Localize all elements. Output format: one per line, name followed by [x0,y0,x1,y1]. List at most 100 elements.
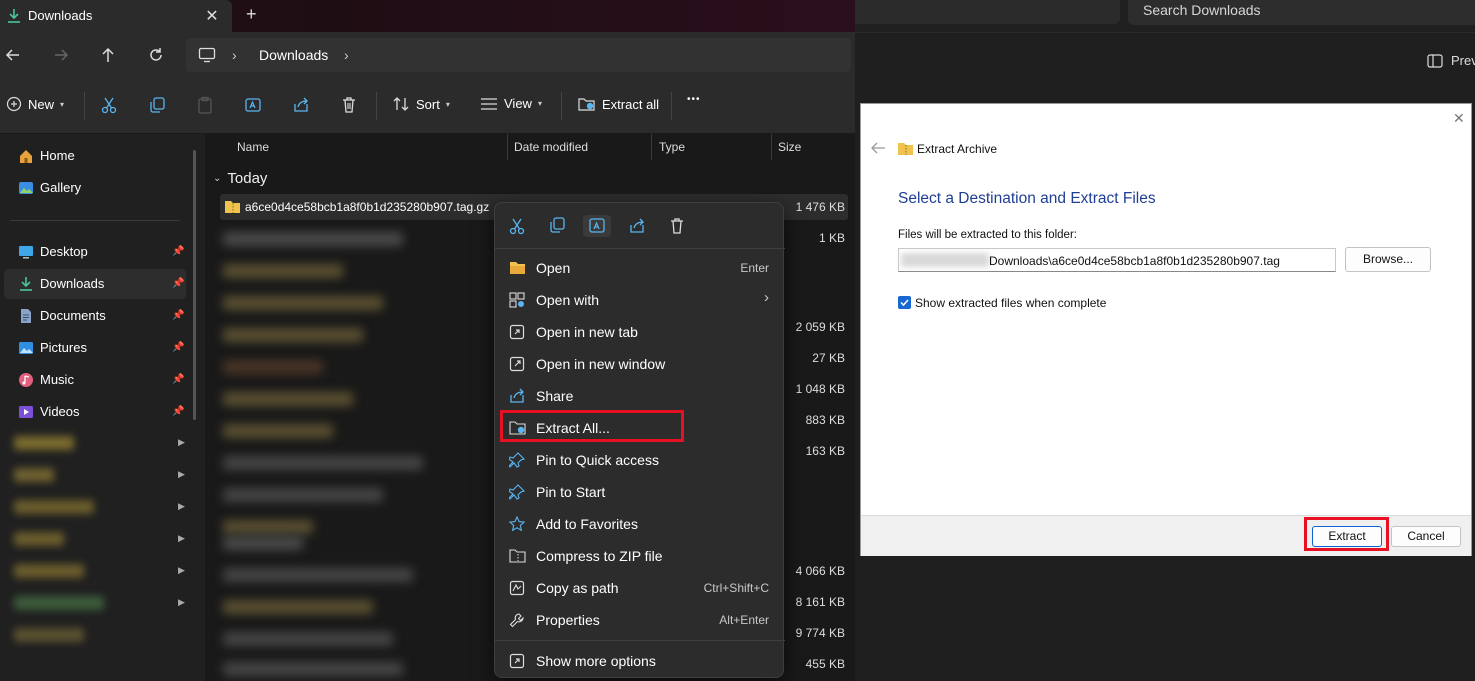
menu-item-label: Pin to Start [536,484,606,500]
file-name: a6ce0d4ce58bcb1a8f0b1d235280b907.tag.gz [245,200,490,214]
sidebar-item-label: Gallery [40,180,82,195]
destination-path-input[interactable]: Downloads\a6ce0d4ce58bcb1a8f0b1d235280b9… [898,248,1336,272]
blurred-item [223,328,363,342]
browse-button[interactable]: Browse... [1345,247,1431,272]
pin-icon[interactable]: 📌 [172,406,184,417]
blurred-item [223,424,333,438]
pin-icon[interactable]: 📌 [172,342,184,353]
extract-archive-dialog: ✕ Extract Archive Select a Destination a… [860,103,1472,556]
menu-item-pin-start[interactable]: Pin to Start [503,477,775,507]
properties-icon [509,612,525,628]
close-button[interactable]: ✕ [1453,110,1465,127]
menu-item-shortcut: Ctrl+Shift+C [703,581,769,595]
divider [10,220,180,221]
menu-item-pin-quick-access[interactable]: Pin to Quick access [503,445,775,475]
up-arrow-icon[interactable] [99,46,119,66]
sort-icon [392,96,410,112]
sort-button[interactable]: Sort ▾ [392,96,450,112]
expand-arrow-icon[interactable]: ▶ [178,565,185,576]
group-header-today[interactable]: ⌄ Today [213,170,267,187]
rename-icon[interactable] [583,215,611,237]
view-button[interactable]: View ▾ [480,96,542,111]
cancel-button[interactable]: Cancel [1391,526,1461,547]
breadcrumb-downloads[interactable]: Downloads [259,47,328,63]
sidebar-item-desktop[interactable]: Desktop 📌 [0,237,190,267]
menu-item-copy-path[interactable]: Copy as path Ctrl+Shift+C [503,573,775,603]
delete-icon[interactable] [340,96,360,116]
expand-arrow-icon[interactable]: ▶ [178,437,185,448]
pin-start-icon [509,484,525,500]
copy-icon[interactable] [148,96,168,116]
pin-icon[interactable]: 📌 [172,310,184,321]
new-button[interactable]: New ▾ [6,96,64,112]
share-icon[interactable] [623,215,651,237]
blurred-item [223,392,353,406]
destination-label: Files will be extracted to this folder: [898,229,1077,241]
pin-icon[interactable]: 📌 [172,278,184,289]
pin-icon [509,452,525,468]
sidebar-item-label: Documents [40,308,106,323]
videos-icon [18,404,34,420]
sidebar-item-music[interactable]: Music 📌 [0,365,190,395]
sidebar-item-downloads[interactable]: Downloads 📌 [4,269,186,299]
show-files-checkbox-label[interactable]: Show extracted files when complete [915,296,1106,310]
extract-all-button[interactable]: Extract all [578,96,659,112]
divider [651,134,652,160]
tab-downloads[interactable]: Downloads ✕ [0,0,232,32]
menu-item-shortcut: Enter [740,261,769,275]
expand-arrow-icon[interactable]: ▶ [178,597,185,608]
menu-item-shortcut: Alt+Enter [719,613,769,627]
share-icon[interactable] [292,96,312,116]
sidebar-item-gallery[interactable]: Gallery [0,173,190,203]
new-tab-button[interactable]: + [246,4,257,25]
show-files-checkbox[interactable] [898,296,911,309]
menu-item-compress-zip[interactable]: Compress to ZIP file [503,541,775,571]
blurred-item [14,532,64,546]
column-header-type[interactable]: Type [659,140,685,154]
menu-item-share[interactable]: Share [503,381,775,411]
preview-button[interactable]: Prev [1427,53,1475,68]
copy-icon[interactable] [543,215,571,237]
column-header-name[interactable]: Name [237,140,269,154]
expand-arrow-icon[interactable]: ▶ [178,469,185,480]
sidebar-item-videos[interactable]: Videos 📌 [0,397,190,427]
sidebar-item-label: Home [40,148,75,163]
new-tab-icon [509,324,525,340]
menu-item-properties[interactable]: Properties Alt+Enter [503,605,775,635]
tab-close-button[interactable]: ✕ [204,6,220,26]
forward-arrow-icon[interactable] [52,46,72,66]
sidebar-scrollbar[interactable] [193,150,196,420]
back-arrow-icon[interactable] [4,46,24,66]
back-arrow-icon[interactable] [869,140,887,156]
address-bar[interactable]: › Downloads › [186,38,851,72]
sidebar-item-home[interactable]: Home [0,141,190,171]
menu-item-open-new-tab[interactable]: Open in new tab [503,317,775,347]
expand-arrow-icon[interactable]: ▶ [178,501,185,512]
pin-icon[interactable]: 📌 [172,246,184,257]
column-header-date[interactable]: Date modified [514,140,588,154]
expand-arrow-icon[interactable]: ▶ [178,533,185,544]
delete-icon[interactable] [663,215,691,237]
command-bar: Prev [855,33,1475,88]
breadcrumb-separator[interactable]: › [344,47,349,63]
destination-path-value: Downloads\a6ce0d4ce58bcb1a8f0b1d235280b9… [989,254,1280,268]
cut-icon[interactable] [100,96,120,116]
cut-icon[interactable] [503,215,531,237]
menu-item-label: Properties [536,612,600,628]
menu-item-open[interactable]: Open Enter [503,253,775,283]
menu-item-open-with[interactable]: Open with › [503,285,775,315]
search-box[interactable]: Search Downloads [1128,0,1475,25]
pin-icon[interactable]: 📌 [172,374,184,385]
highlight-box-extract-all [500,410,684,442]
paste-icon[interactable] [196,96,216,116]
rename-icon[interactable] [244,96,264,116]
divider [507,134,508,160]
menu-item-open-new-window[interactable]: Open in new window [503,349,775,379]
column-header-size[interactable]: Size [778,140,801,154]
menu-item-add-favorites[interactable]: Add to Favorites [503,509,775,539]
more-options-button[interactable]: ••• [687,94,701,105]
sidebar-item-pictures[interactable]: Pictures 📌 [0,333,190,363]
menu-item-show-more-options[interactable]: Show more options [503,646,775,676]
refresh-icon[interactable] [147,46,167,66]
sidebar-item-documents[interactable]: Documents 📌 [0,301,190,331]
